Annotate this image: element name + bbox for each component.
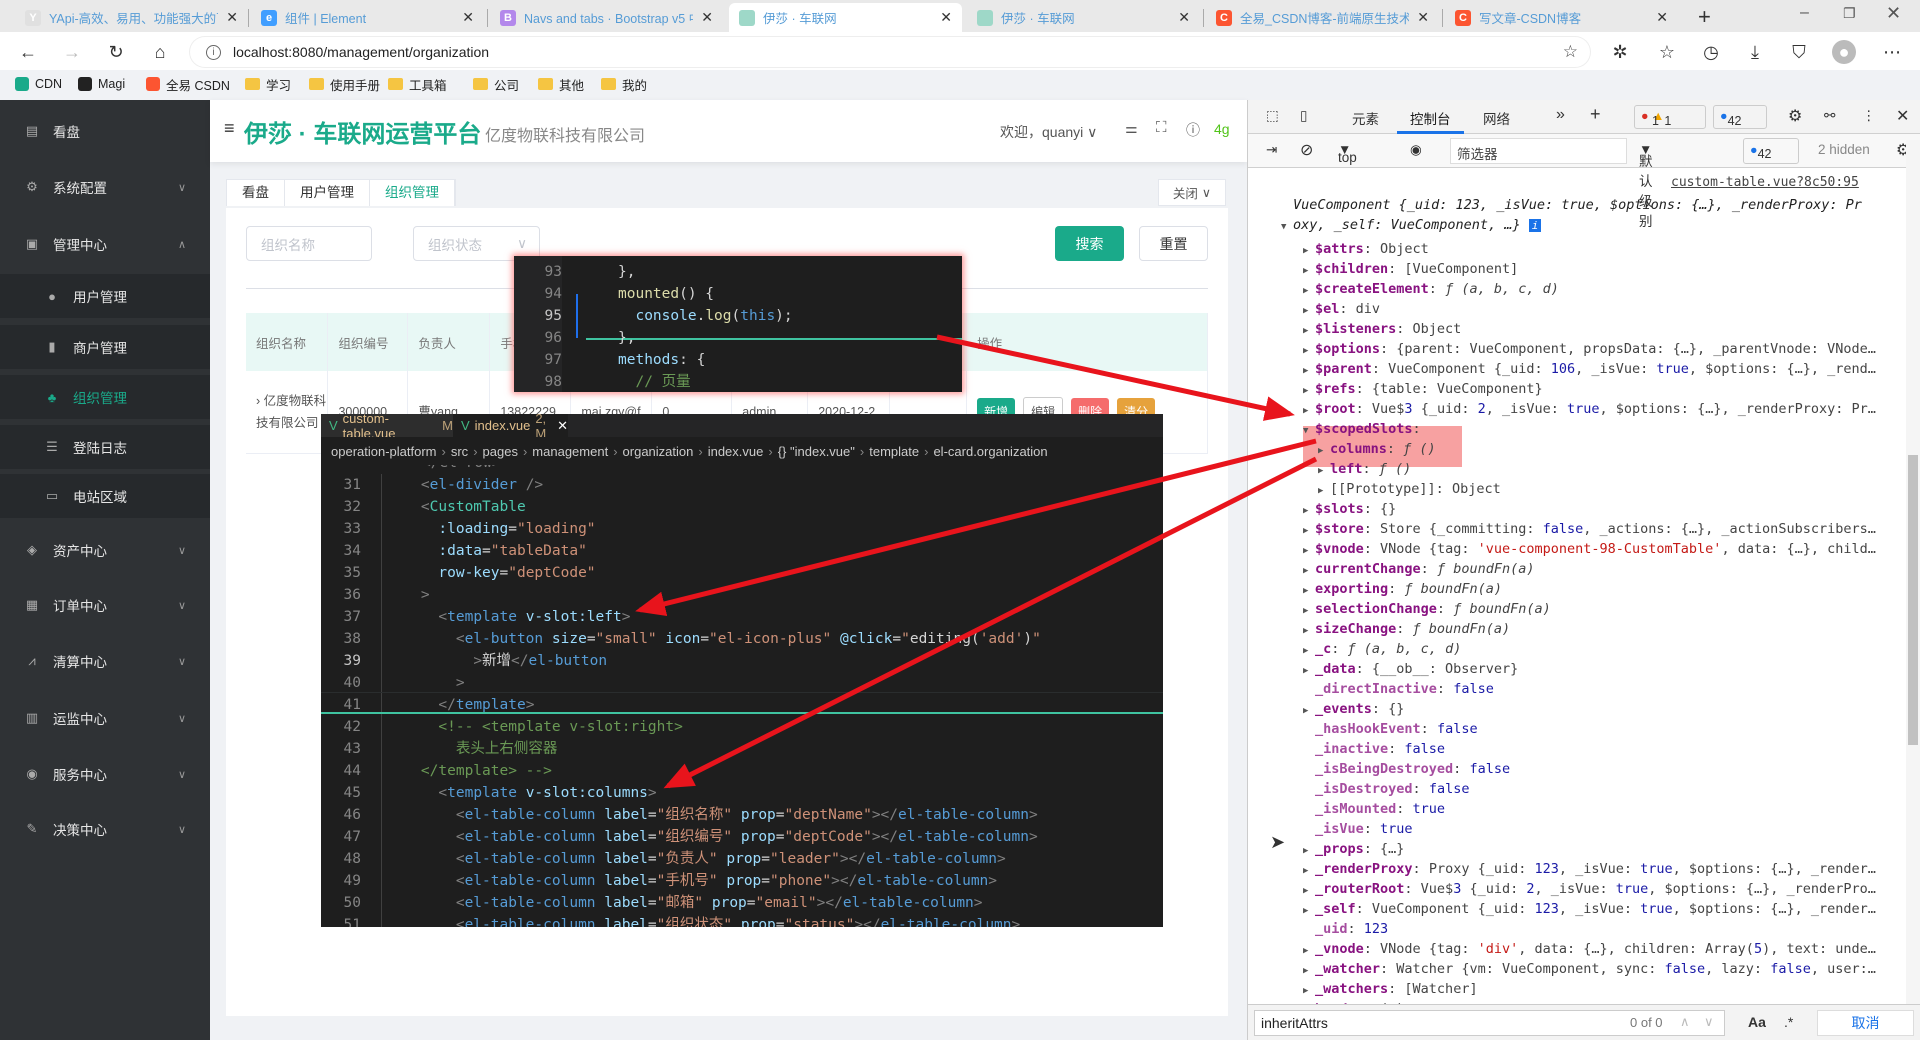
- arrow-columns-slot: [663, 456, 1318, 789]
- annotation-arrows: [635, 334, 1318, 789]
- arrow-console-to-scoped-slots: [936, 334, 1295, 421]
- arrow-left-slot: [635, 438, 1317, 617]
